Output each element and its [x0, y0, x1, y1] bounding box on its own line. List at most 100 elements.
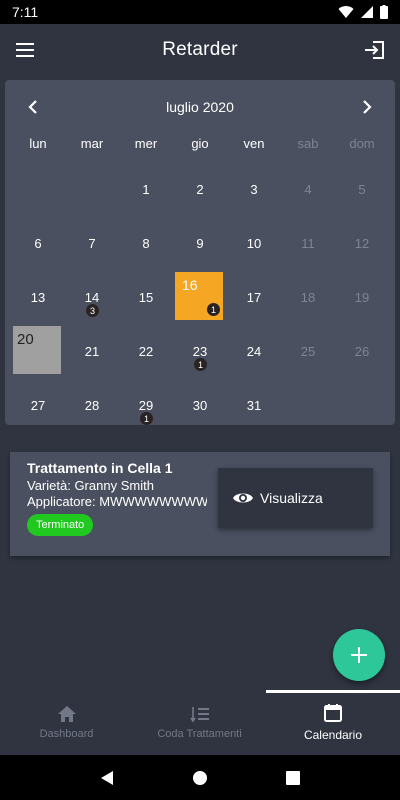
signal-icon — [361, 6, 373, 18]
day-number: 6 — [34, 235, 42, 251]
weekday-label: mar — [80, 136, 104, 151]
day-cell[interactable]: 5 — [335, 162, 389, 216]
nav-coda-trattamenti[interactable]: Coda Trattamenti — [133, 690, 266, 755]
day-cell[interactable]: 3 — [227, 162, 281, 216]
day-number: 12 — [354, 235, 370, 251]
status-icons — [338, 5, 388, 19]
day-number: 10 — [246, 235, 262, 251]
weekday-label: lun — [29, 136, 47, 151]
logout-icon[interactable] — [362, 37, 388, 63]
day-number: 22 — [138, 343, 154, 359]
day-cell[interactable]: 25 — [281, 324, 335, 378]
day-number: 5 — [358, 181, 366, 197]
day-cell[interactable]: 11 — [281, 216, 335, 270]
nav-calendario[interactable]: Calendario — [266, 690, 400, 755]
event-count-badge: 1 — [207, 303, 220, 316]
day-cell-today[interactable]: 20 — [11, 324, 65, 378]
day-cell[interactable]: 24 — [227, 324, 281, 378]
day-number: 9 — [196, 235, 204, 251]
day-cell[interactable]: 23 1 — [173, 324, 227, 378]
weekday-label: ven — [243, 136, 265, 151]
app-bar: Retarder — [0, 24, 400, 76]
day-number: 27 — [30, 397, 46, 413]
view-button[interactable]: Visualizza — [218, 468, 373, 528]
day-cell[interactable]: 8 — [119, 216, 173, 270]
day-number: 2 — [196, 181, 204, 197]
calendar: luglio 2020 lun mar mer gio ven sab dom … — [5, 80, 395, 425]
treatment-card[interactable]: Trattamento in Cella 1 Varietà: Granny S… — [10, 452, 390, 556]
nav-label: Calendario — [303, 728, 363, 742]
system-navigation-bar — [0, 755, 400, 800]
weekday-label: dom — [349, 136, 375, 151]
day-cell[interactable]: 14 3 — [65, 270, 119, 324]
day-cell[interactable]: 30 — [173, 378, 227, 432]
day-cell[interactable]: 4 — [281, 162, 335, 216]
calendar-month-label: luglio 2020 — [166, 99, 234, 115]
status-time: 7:11 — [12, 4, 39, 20]
days-grid: 1 2 3 4 5 6 7 8 9 10 11 12 13 14 3 15 16 1… — [11, 162, 389, 432]
bottom-navigation: Dashboard Coda Trattamenti Calendario — [0, 690, 400, 755]
treatment-title: Trattamento in Cella 1 — [27, 460, 173, 476]
day-number: 17 — [246, 289, 262, 305]
treatment-variety: Varietà: Granny Smith — [27, 478, 154, 493]
chevron-right-icon[interactable] — [357, 97, 377, 117]
day-cell[interactable]: 27 — [11, 378, 65, 432]
day-number: 26 — [354, 343, 370, 359]
plus-icon — [351, 647, 367, 663]
day-cell-selected[interactable]: 16 1 — [173, 270, 227, 324]
day-number: 21 — [84, 343, 100, 359]
day-cell[interactable]: 15 — [119, 270, 173, 324]
battery-icon — [380, 5, 388, 19]
day-cell[interactable]: 10 — [227, 216, 281, 270]
day-number: 25 — [300, 343, 316, 359]
day-cell[interactable]: 7 — [65, 216, 119, 270]
day-cell[interactable]: 6 — [11, 216, 65, 270]
day-number: 24 — [246, 343, 262, 359]
weekday-row: lun mar mer gio ven sab dom — [11, 136, 389, 151]
calendar-header: luglio 2020 — [5, 94, 395, 120]
weekday-label: sab — [297, 136, 319, 151]
recents-square-icon — [286, 770, 301, 785]
day-cell[interactable]: 12 — [335, 216, 389, 270]
day-cell[interactable]: 2 — [173, 162, 227, 216]
chevron-left-icon[interactable] — [23, 97, 43, 117]
day-number: 15 — [138, 289, 154, 305]
system-recents-button[interactable] — [278, 763, 308, 793]
day-cell[interactable]: 18 — [281, 270, 335, 324]
day-cell[interactable]: 31 — [227, 378, 281, 432]
day-number: 23 — [192, 343, 208, 359]
nav-label: Dashboard — [39, 728, 94, 740]
day-number: 31 — [246, 397, 262, 413]
day-cell[interactable]: 29 1 — [119, 378, 173, 432]
nav-dashboard[interactable]: Dashboard — [0, 690, 133, 755]
day-number: 19 — [354, 289, 370, 305]
day-cell[interactable]: 17 — [227, 270, 281, 324]
status-bar: 7:11 — [0, 0, 400, 24]
day-number: 14 — [84, 289, 100, 305]
eye-icon — [233, 493, 253, 503]
empty-cell — [65, 162, 119, 216]
day-cell[interactable]: 22 — [119, 324, 173, 378]
app-title: Retarder — [162, 39, 238, 60]
day-cell[interactable]: 1 — [119, 162, 173, 216]
add-treatment-button[interactable] — [333, 629, 385, 681]
day-number: 28 — [84, 397, 100, 413]
event-count-badge: 1 — [140, 412, 153, 425]
day-number: 3 — [250, 181, 258, 197]
day-number: 8 — [142, 235, 150, 251]
event-count-badge: 1 — [194, 358, 207, 371]
queue-icon — [189, 707, 209, 723]
system-home-button[interactable] — [185, 763, 215, 793]
day-cell[interactable]: 21 — [65, 324, 119, 378]
day-number: 13 — [30, 289, 46, 305]
menu-icon[interactable] — [14, 38, 38, 62]
system-back-button[interactable] — [92, 763, 122, 793]
home-icon — [57, 706, 76, 722]
calendar-icon — [324, 704, 342, 722]
day-number: 20 — [17, 331, 34, 348]
day-cell[interactable]: 19 — [335, 270, 389, 324]
day-cell[interactable]: 26 — [335, 324, 389, 378]
day-cell[interactable]: 28 — [65, 378, 119, 432]
day-cell[interactable]: 13 — [11, 270, 65, 324]
day-cell[interactable]: 9 — [173, 216, 227, 270]
